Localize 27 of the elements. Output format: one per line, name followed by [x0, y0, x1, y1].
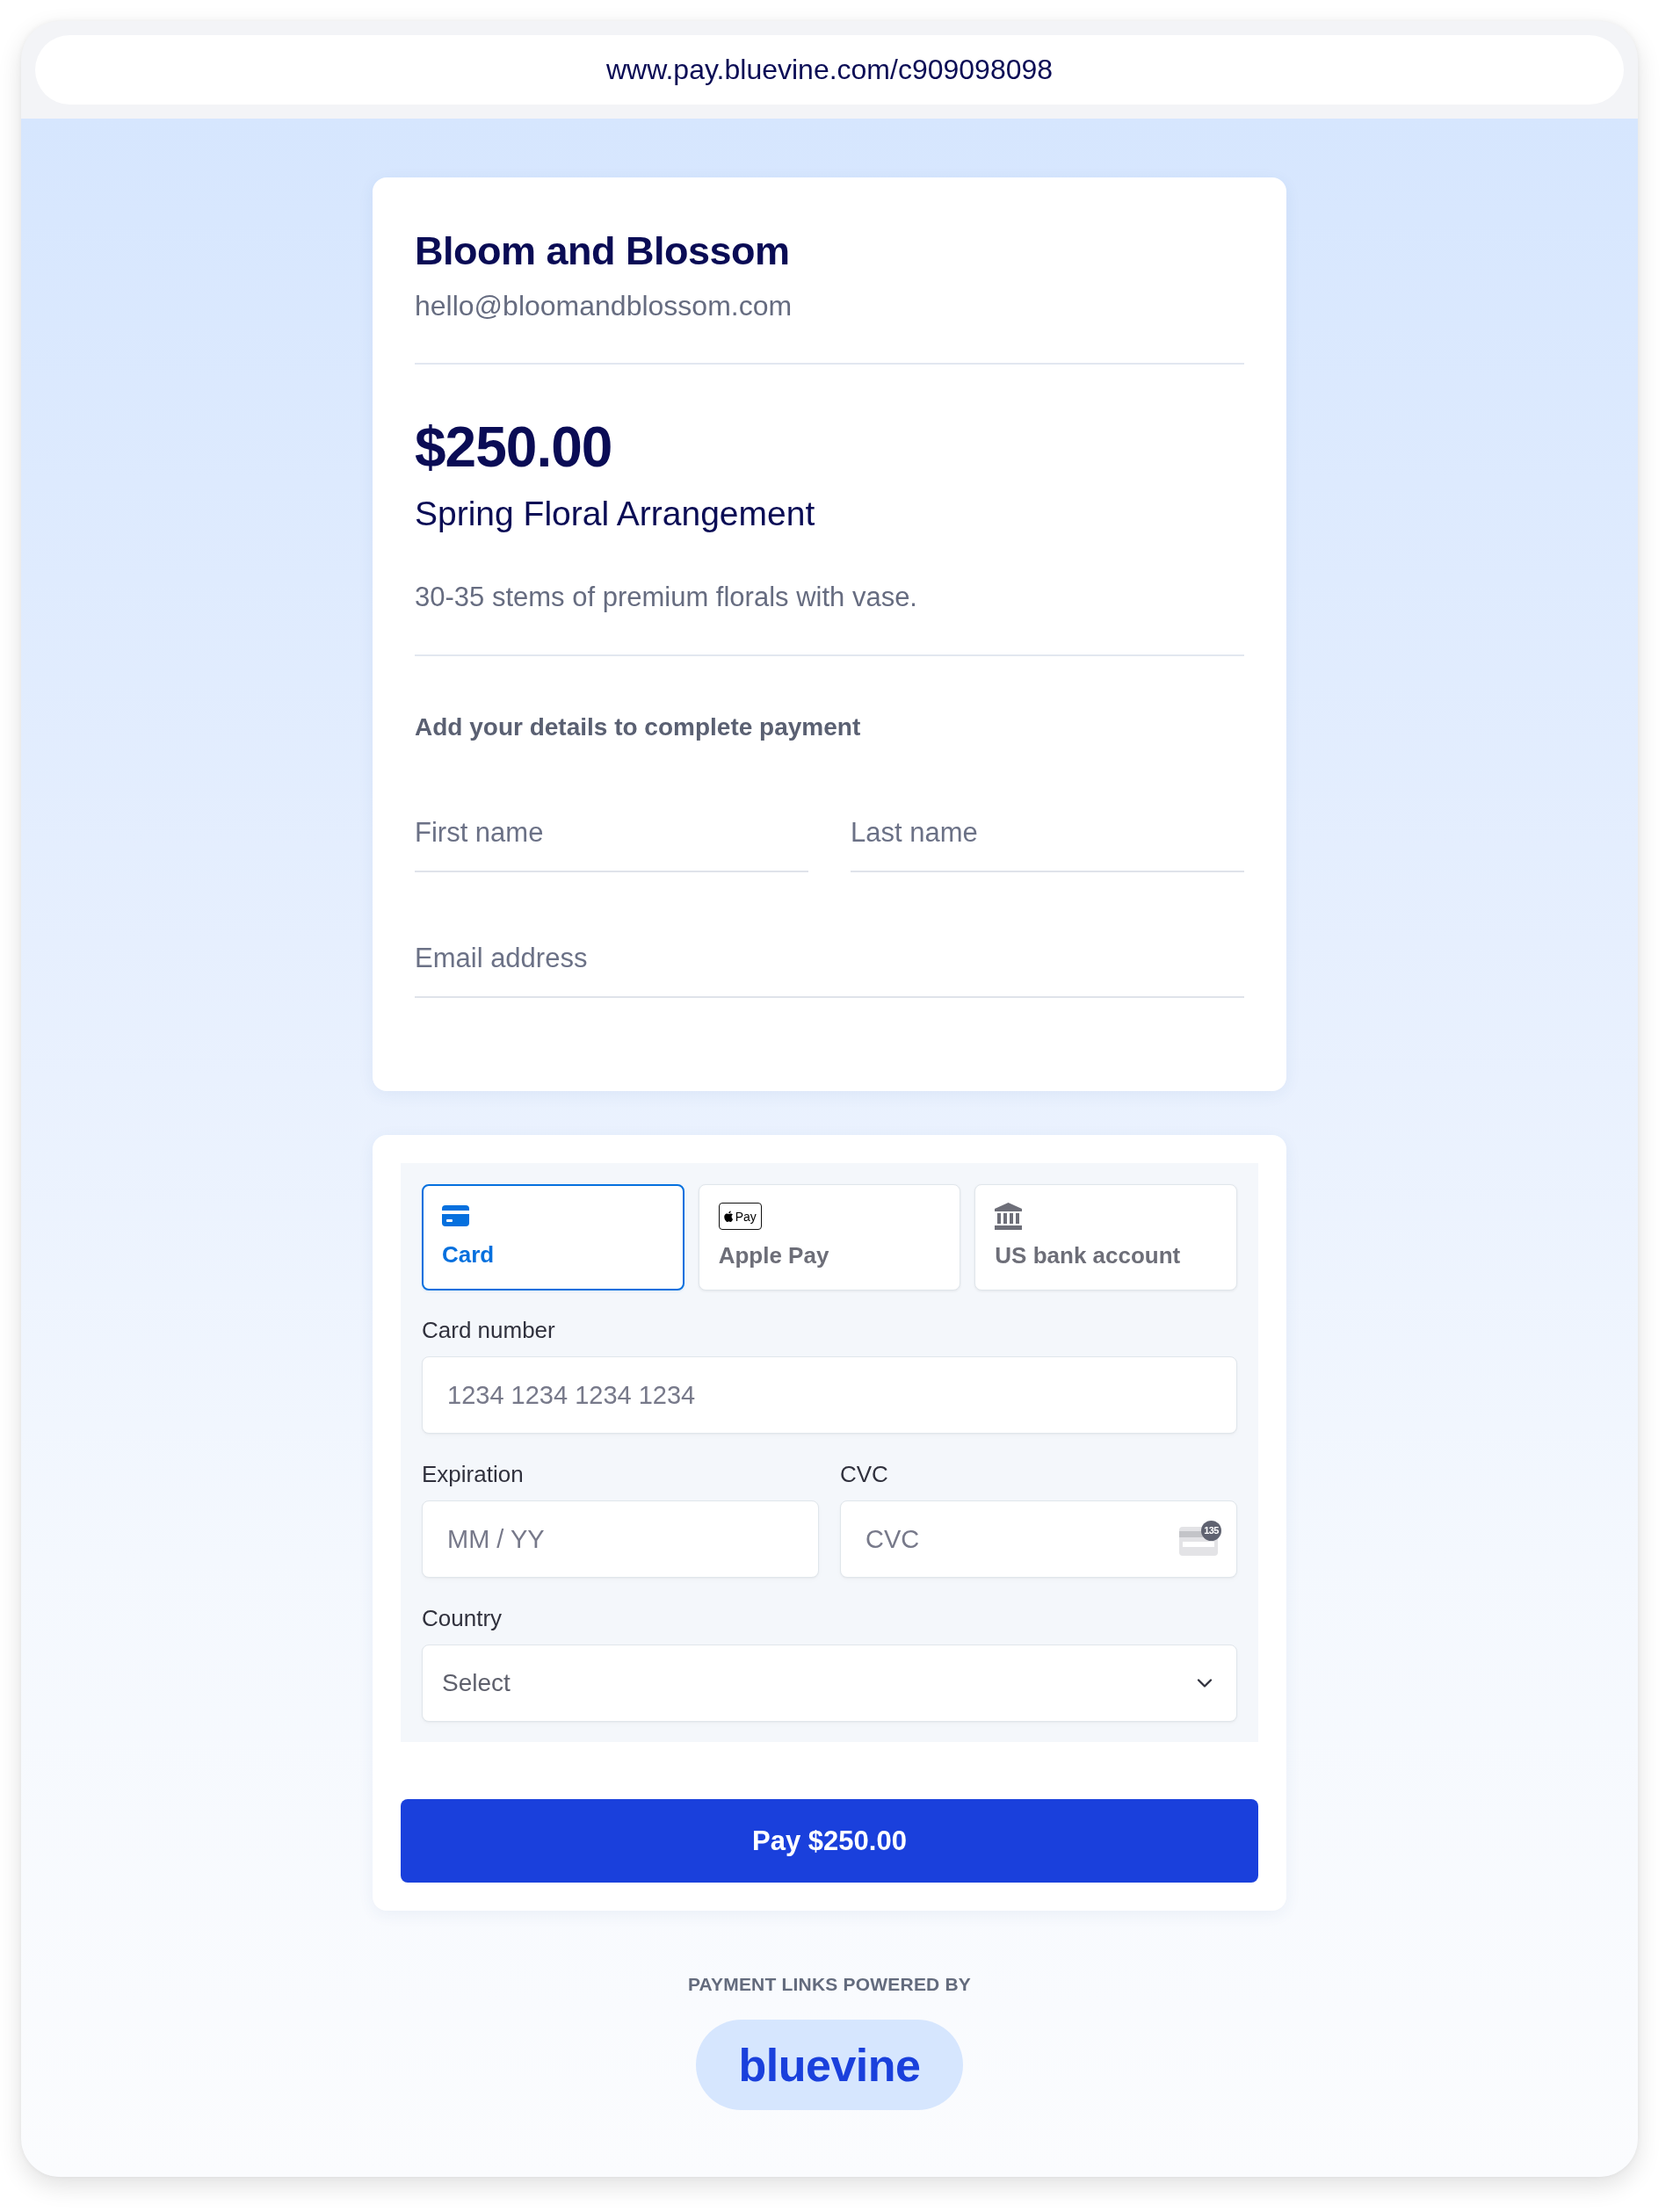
item-description: 30-35 stems of premium florals with vase. — [415, 581, 918, 614]
dropdown-select[interactable]: Select — [422, 1645, 1237, 1722]
field-label: Card number — [422, 1316, 556, 1344]
field-label: Country — [422, 1604, 503, 1632]
merchant-name: Bloom and Blossom — [415, 228, 791, 275]
bank-icon — [995, 1203, 1023, 1230]
merchant-email: hello@bloomandblossom.com — [415, 289, 793, 323]
input-field[interactable]: MM / YY — [422, 1500, 819, 1578]
payment-method-tab[interactable]: Card — [422, 1184, 684, 1290]
form-heading: Add your details to complete payment — [415, 712, 862, 742]
payment-method-tab[interactable]: US bank account — [974, 1184, 1237, 1290]
input-field[interactable]: Email address — [415, 935, 1244, 998]
item-title: Spring Floral Arrangement — [415, 494, 816, 534]
input-field[interactable]: Last name — [851, 809, 1244, 872]
field-label: CVC — [840, 1460, 889, 1488]
logo-pill: bluevine — [696, 2020, 963, 2110]
powered-by-caption: PAYMENT LINKS POWERED BY — [687, 1973, 972, 1996]
credit-card-icon — [442, 1205, 469, 1226]
apple-icon — [723, 1211, 734, 1222]
field-label: Expiration — [422, 1460, 525, 1488]
price: $250.00 — [415, 415, 613, 481]
address-bar[interactable]: www.pay.bluevine.com/c909098098 — [35, 35, 1624, 105]
pay-button[interactable]: Pay $250.00 — [401, 1799, 1258, 1883]
badge-text: Pay — [735, 1209, 757, 1224]
payment-method-tab[interactable]: Pay Apple Pay — [698, 1184, 961, 1290]
input-field[interactable]: 1234 1234 1234 1234 — [422, 1356, 1237, 1434]
input-field[interactable]: First name — [415, 809, 808, 872]
